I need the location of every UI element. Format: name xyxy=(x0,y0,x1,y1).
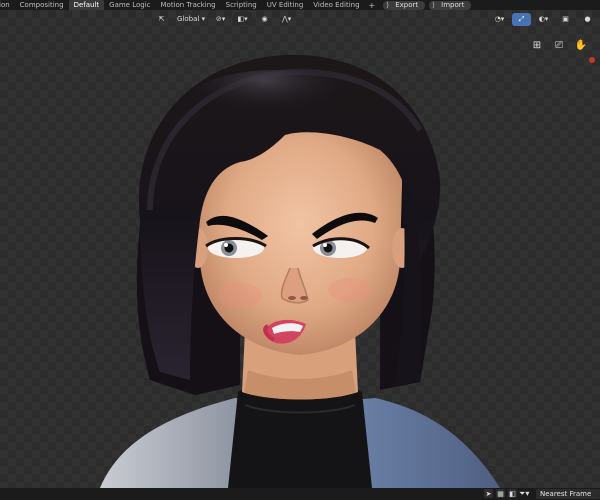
import-button[interactable]: ⟩ Import xyxy=(429,0,472,10)
shading-header: ◔▾ ⤢ ◐▾ ▣ ● ◍ ◌ xyxy=(490,12,600,26)
zoom-icon[interactable]: ⌕ xyxy=(596,38,600,52)
tab-scripting[interactable]: Scripting xyxy=(221,0,262,10)
filter-icon[interactable]: ⏷▾ xyxy=(519,489,529,499)
falloff-icon[interactable]: ⋀▾ xyxy=(277,12,296,25)
select-cursor-icon[interactable]: ➤ xyxy=(484,489,493,498)
export-icon: ⟩ xyxy=(386,0,389,9)
pivot-icon[interactable]: ⊘▾ xyxy=(211,12,230,25)
select-box-icon[interactable]: ▦ xyxy=(496,489,505,498)
add-workspace-button[interactable]: + xyxy=(365,1,380,10)
frame-mode-label: Nearest Frame xyxy=(540,490,592,498)
transform-orientation-icon[interactable]: ⇱ xyxy=(152,12,171,25)
workspace-tab-bar: ion Compositing Default Game Logic Motio… xyxy=(0,0,600,10)
export-label: Export xyxy=(395,0,419,9)
tab-compositing[interactable]: Compositing xyxy=(15,0,69,10)
gizmo-icon[interactable]: ⤢ xyxy=(512,12,531,26)
camera-icon[interactable]: ⎚ xyxy=(552,38,566,52)
overlay-icon[interactable]: ◐▾ xyxy=(534,13,553,26)
tab-motion-tracking[interactable]: Motion Tracking xyxy=(156,0,221,10)
select-extend-icon[interactable]: ◧ xyxy=(508,489,517,498)
orientation-group: ⇱ Global ▾ ⊘▾ ◧▾ ◉ ⋀▾ xyxy=(152,12,296,25)
visibility-icon[interactable]: ◔▾ xyxy=(490,13,509,26)
chevron-down-icon: ▾ xyxy=(199,14,206,23)
grid-icon[interactable]: ⊞ xyxy=(530,38,544,52)
status-bar: ➤ ▦ ◧ ⏷▾ Nearest Frame xyxy=(0,488,600,500)
import-label: Import xyxy=(441,0,465,9)
snap-icon[interactable]: ◧▾ xyxy=(233,12,253,25)
proportional-edit-icon[interactable]: ◉ xyxy=(255,12,274,25)
xray-icon[interactable]: ▣ xyxy=(556,13,575,26)
tab-video-editing[interactable]: Video Editing xyxy=(308,0,364,10)
tab-uv-editing[interactable]: UV Editing xyxy=(262,0,309,10)
3d-viewport[interactable]: ⇱ Global ▾ ⊘▾ ◧▾ ◉ ⋀▾ ◔▾ ⤢ ◐▾ ▣ ● ◍ ◌ ⊞ … xyxy=(0,10,600,488)
tab-game-logic[interactable]: Game Logic xyxy=(104,0,155,10)
tab-animation[interactable]: ion xyxy=(0,0,15,10)
selection-mode-group: ➤ ▦ ◧ xyxy=(484,489,517,498)
hand-pan-icon[interactable]: ✋ xyxy=(574,38,588,52)
tab-default[interactable]: Default xyxy=(68,0,105,10)
record-indicator xyxy=(589,57,595,63)
navigation-gizmos: ⊞ ⎚ ✋ ⌕ xyxy=(530,38,600,52)
export-button[interactable]: ⟩ Export xyxy=(383,0,426,10)
shading-solid-icon[interactable]: ● xyxy=(578,13,597,26)
import-icon: ⟩ xyxy=(432,0,435,9)
orientation-select[interactable]: Global ▾ xyxy=(174,12,208,25)
orientation-label: Global xyxy=(177,14,200,23)
character-render xyxy=(100,54,500,488)
frame-mode-select[interactable]: Nearest Frame xyxy=(536,489,600,499)
turtleneck xyxy=(228,384,372,488)
